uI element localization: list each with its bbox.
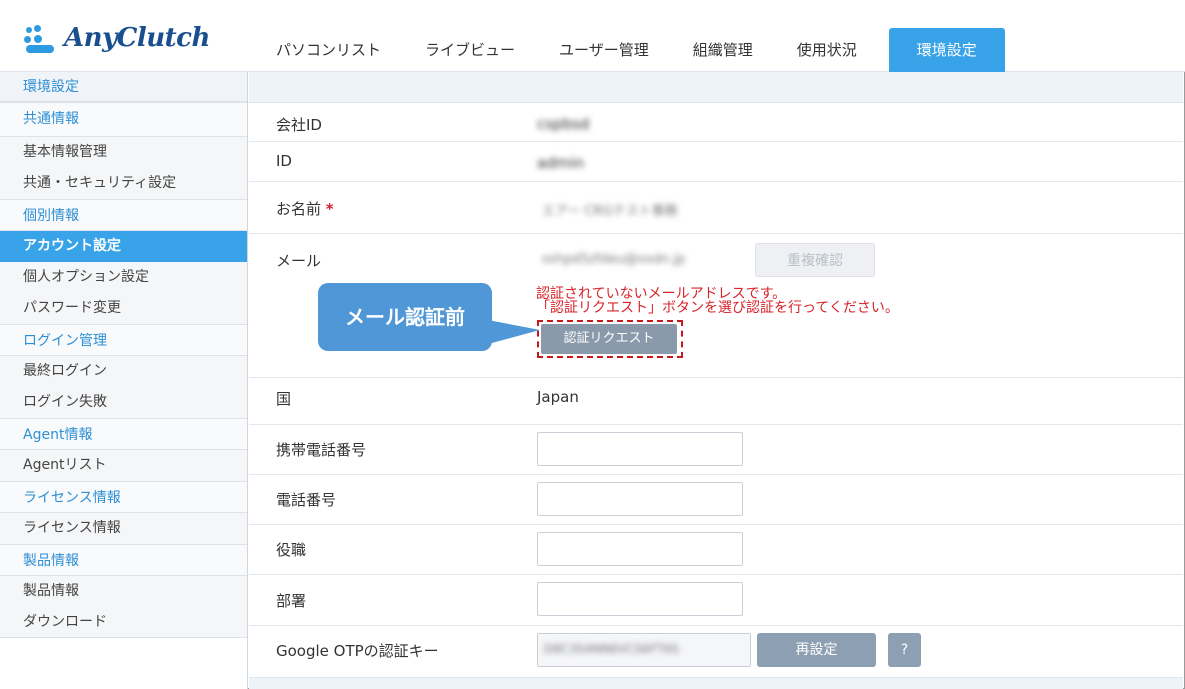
row-mobile: 携帯電話番号 [249,425,1183,475]
header: AnyClutch パソコンリスト ライブビュー ユーザー管理 組織管理 使用状… [0,0,1185,72]
sidebar-item-download[interactable]: ダウンロード [0,607,247,638]
position-label: 役職 [276,541,307,559]
country-label: 国 [276,390,292,408]
main-content: 会社ID cspbsd ID admin お名前 * エアー CRGテスト事務 … [249,72,1183,689]
sidebar-item-personal-options[interactable]: 個人オプション設定 [0,262,247,293]
sidebar-group-license[interactable]: ライセンス情報 [0,481,247,513]
callout-annotation: メール認証前 [318,283,492,351]
name-field[interactable]: エアー CRGテスト事務 [537,191,743,225]
sidebar-group-common[interactable]: 共通情報 [0,102,247,137]
help-button[interactable]: ? [888,633,921,667]
company-id-label: 会社ID [276,116,322,134]
phone-label: 電話番号 [276,491,337,509]
sidebar-group-login[interactable]: ログイン管理 [0,324,247,356]
company-id-value: cspbsd [537,115,590,133]
mail-field-value: sshpd5zfdeu@xxdn.jp [542,252,686,267]
sidebar: 環境設定 共通情報 基本情報管理 共通・セキュリティ設定 個別情報 アカウント設… [0,72,248,689]
sidebar-item-password[interactable]: パスワード変更 [0,293,247,324]
row-position: 役職 [249,525,1183,575]
nav-user-management[interactable]: ユーザー管理 [537,28,671,72]
callout-pointer [488,320,540,344]
error-message-line2: 「認証リクエスト」ボタンを選び認証を行ってください。 [536,300,899,316]
sidebar-group-agent[interactable]: Agent情報 [0,418,247,450]
sidebar-item-security[interactable]: 共通・セキュリティ設定 [0,168,247,199]
row-department: 部署 [249,575,1183,626]
nav-live-view[interactable]: ライブビュー [403,28,537,72]
phone-input[interactable] [537,482,743,516]
position-input[interactable] [537,532,743,566]
row-company-id: 会社ID cspbsd [249,104,1183,142]
sidebar-title: 環境設定 [0,72,247,102]
sidebar-item-basic-info[interactable]: 基本情報管理 [0,137,247,168]
mobile-label: 携帯電話番号 [276,441,367,459]
row-id: ID admin [249,142,1183,182]
nav-settings[interactable]: 環境設定 [888,28,1005,72]
dup-check-button[interactable]: 重複確認 [755,243,875,277]
sidebar-item-login-failure[interactable]: ログイン失敗 [0,387,247,418]
department-label: 部署 [276,592,307,610]
otp-value: D8C3S4NN6VCS6FT6S [544,642,679,656]
department-input[interactable] [537,582,743,616]
logo[interactable]: AnyClutch [22,18,210,58]
main-footer-bar [249,677,1183,689]
name-field-value: エアー CRGテスト事務 [542,204,678,219]
required-mark: * [325,200,334,218]
sidebar-item-product-info[interactable]: 製品情報 [0,576,247,607]
mobile-input[interactable] [537,432,743,466]
name-label: お名前 * [276,198,334,219]
nav-pc-list[interactable]: パソコンリスト [254,28,403,72]
sidebar-group-product[interactable]: 製品情報 [0,544,247,576]
row-name: お名前 * エアー CRGテスト事務 [249,182,1183,234]
auth-request-highlight: 認証リクエスト [537,320,683,358]
row-country: 国 Japan [249,378,1183,425]
sidebar-item-agent-list[interactable]: Agentリスト [0,450,247,481]
mail-field[interactable]: sshpd5zfdeu@xxdn.jp [537,243,743,277]
row-phone: 電話番号 [249,475,1183,525]
nav-org-management[interactable]: 組織管理 [671,28,775,72]
mail-label: メール [276,252,322,270]
otp-field: D8C3S4NN6VCS6FT6S [537,633,751,667]
error-message-line1: 認証されていないメールアドレスです。 [536,286,787,302]
country-value: Japan [537,388,579,406]
main-header-bar [249,72,1183,103]
name-label-text: お名前 [276,200,322,218]
top-nav: パソコンリスト ライブビュー ユーザー管理 組織管理 使用状況 環境設定 [254,28,1005,72]
sidebar-item-account[interactable]: アカウント設定 [0,231,247,262]
auth-request-button[interactable]: 認証リクエスト [541,324,677,354]
logo-text: AnyClutch [64,23,210,53]
id-label: ID [276,152,292,170]
sidebar-group-individual[interactable]: 個別情報 [0,199,247,231]
otp-label: Google OTPの認証キー [276,642,439,660]
id-value: admin [537,154,584,172]
nav-usage[interactable]: 使用状況 [775,28,879,72]
logo-icon [22,23,58,53]
sidebar-item-license[interactable]: ライセンス情報 [0,513,247,544]
reset-button[interactable]: 再設定 [757,633,876,667]
sidebar-item-last-login[interactable]: 最終ログイン [0,356,247,387]
row-otp: Google OTPの認証キー D8C3S4NN6VCS6FT6S 再設定 ? [249,626,1183,676]
